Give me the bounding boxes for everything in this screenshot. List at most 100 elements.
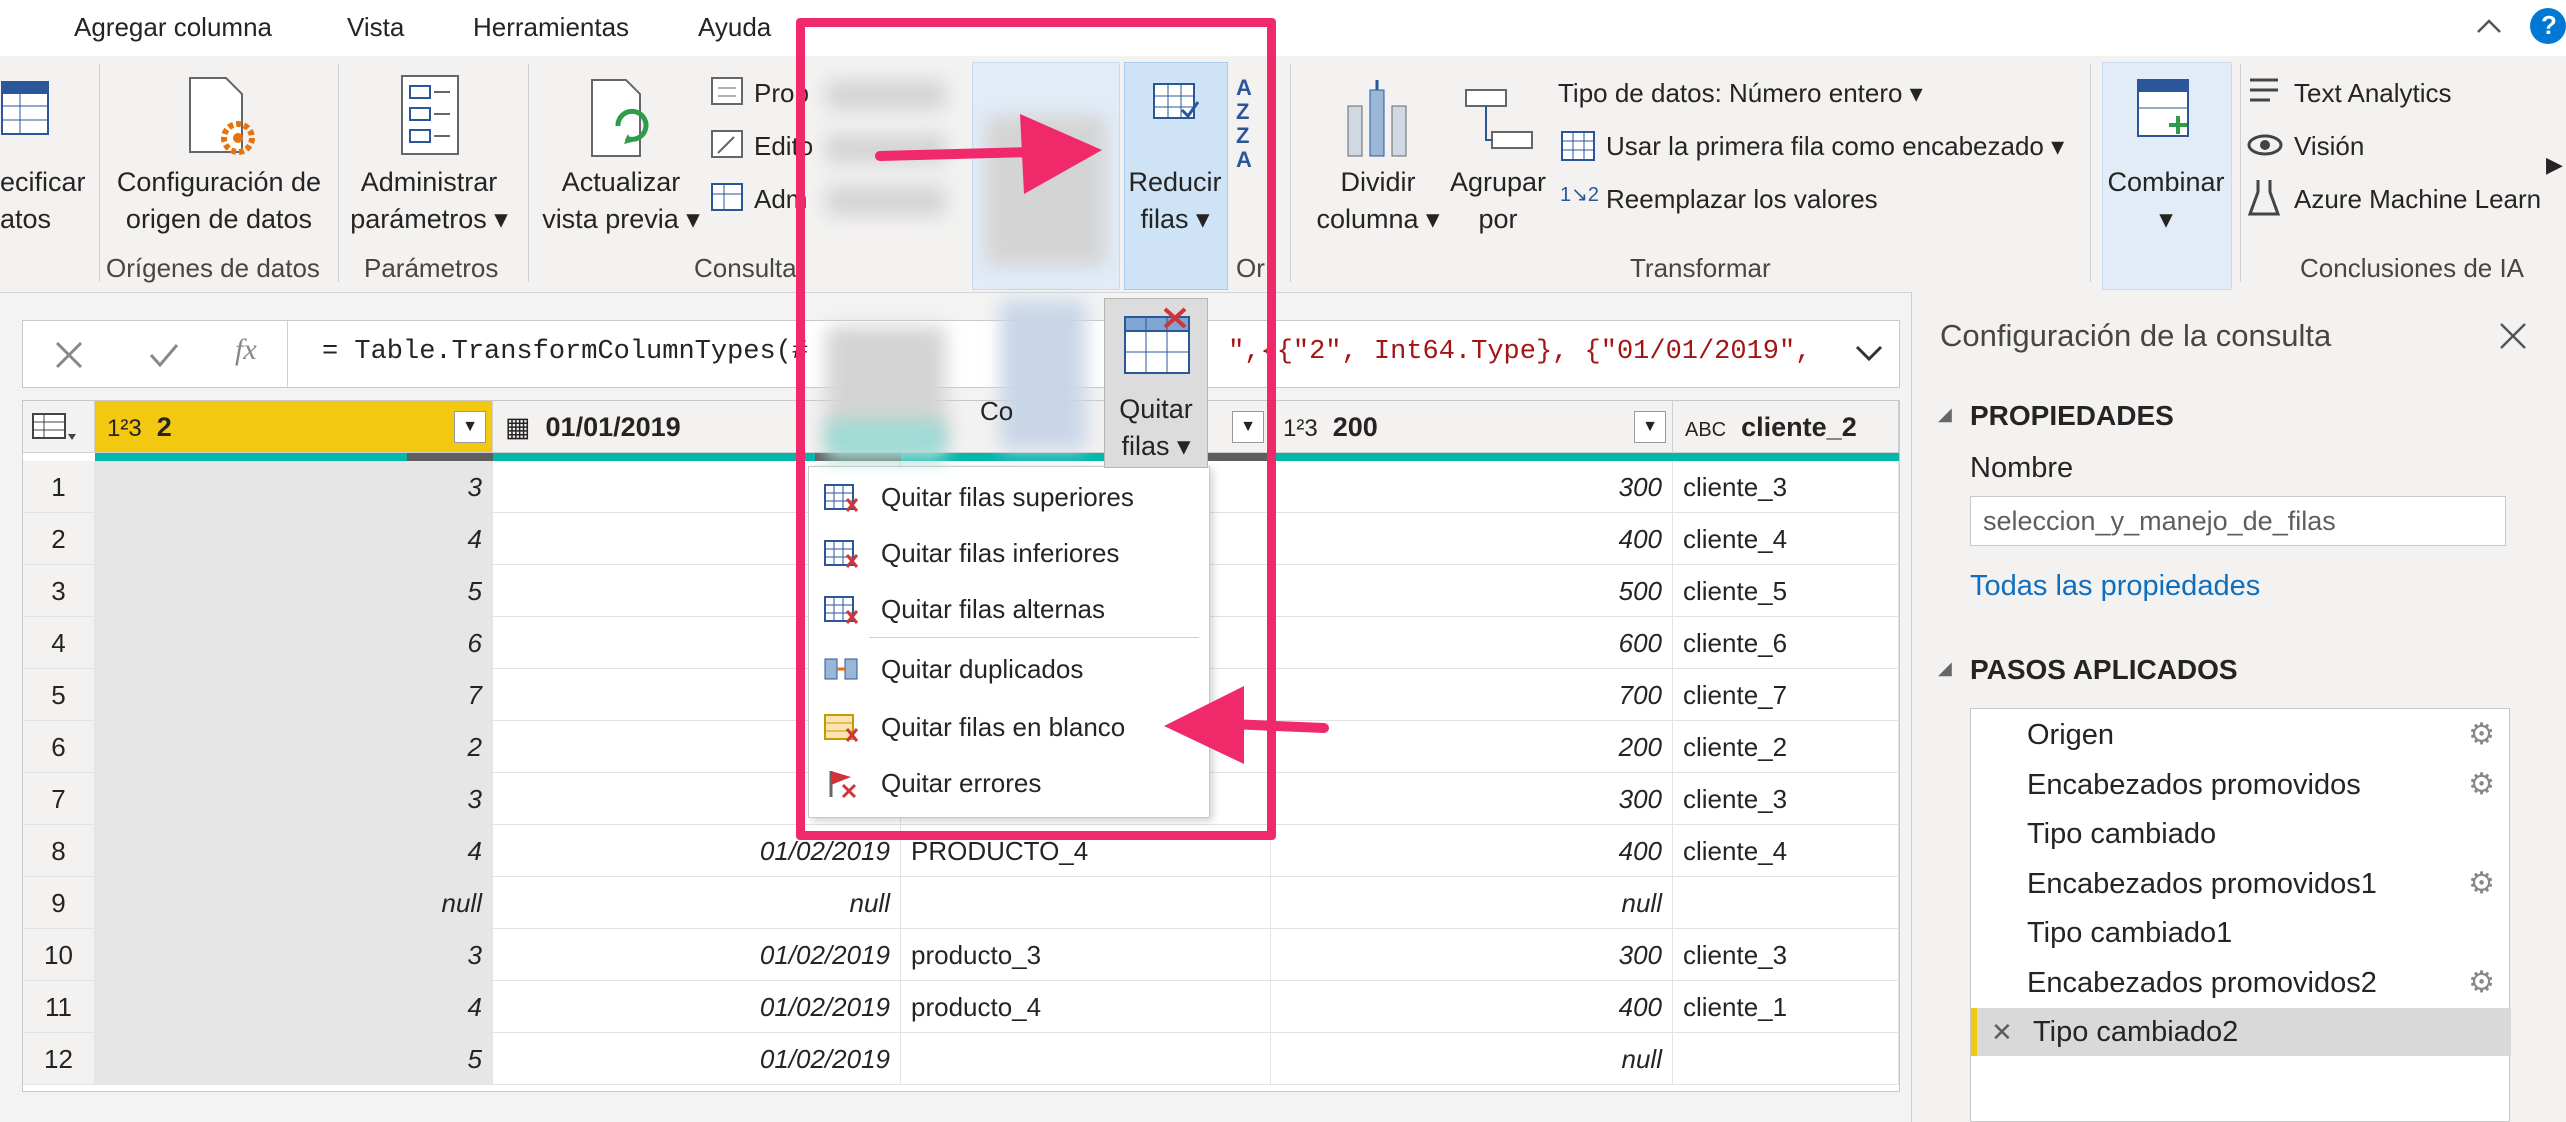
table-cell[interactable]: 5	[95, 1033, 493, 1085]
collapse-ribbon-icon[interactable]	[2474, 12, 2504, 42]
table-cell[interactable]	[901, 1033, 1271, 1085]
table-cell[interactable]: 600	[1271, 617, 1673, 669]
table-cell[interactable]: 400	[1271, 513, 1673, 565]
applied-step[interactable]: ✕ Tipo cambiado2	[1971, 1008, 2511, 1056]
table-cell[interactable]: cliente_4	[1673, 513, 1899, 565]
table-cell[interactable]: 300	[1271, 461, 1673, 513]
table-cell[interactable]: 300	[1271, 773, 1673, 825]
table-row[interactable]: 12 5 01/02/2019 null	[23, 1033, 1899, 1085]
combinar-button[interactable]: Combinar ▾	[2102, 164, 2230, 238]
table-cell[interactable]: 300	[1271, 929, 1673, 981]
ribbon-scroll-right-icon[interactable]: ▶	[2546, 152, 2563, 178]
collapse-triangle-icon[interactable]: ◢	[1938, 658, 1952, 679]
help-icon[interactable]: ?	[2530, 8, 2566, 44]
agrupar-por-button[interactable]: Agrupar por	[1444, 164, 1552, 238]
nombre-input[interactable]: seleccion_y_manejo_de_filas	[1970, 496, 2506, 546]
table-cell[interactable]: 7	[95, 669, 493, 721]
table-cell[interactable]: cliente_6	[1673, 617, 1899, 669]
usar-primera-fila-button[interactable]: Usar la primera fila como encabezado ▾	[1606, 131, 2064, 162]
administrar-parametros-button[interactable]: Administrar parámetros ▾	[348, 164, 510, 238]
table-cell[interactable]: 5	[95, 565, 493, 617]
table-cell[interactable]: 3	[95, 461, 493, 513]
todas-propiedades-link[interactable]: Todas las propiedades	[1970, 570, 2260, 603]
applied-step[interactable]: Encabezados promovidos1 ⚙	[1971, 860, 2511, 908]
table-cell[interactable]: 700	[1271, 669, 1673, 721]
table-menu-icon[interactable]	[23, 401, 95, 453]
applied-step[interactable]: Tipo cambiado1	[1971, 909, 2511, 957]
applied-step[interactable]: Origen ⚙	[1971, 711, 2511, 759]
actualizar-vista-previa-button[interactable]: Actualizar vista previa ▾	[536, 164, 706, 238]
column-filter-icon[interactable]: ▼	[1634, 411, 1666, 443]
applied-step[interactable]: Encabezados promovidos2 ⚙	[1971, 959, 2511, 1007]
applied-step[interactable]: Tipo cambiado	[1971, 810, 2511, 858]
table-cell[interactable]: 400	[1271, 981, 1673, 1033]
table-cell[interactable]: 200	[1271, 721, 1673, 773]
tab-ayuda[interactable]: Ayuda	[698, 12, 771, 43]
applied-steps-list: Origen ⚙ Encabezados promovidos ⚙ Tipo cambi…	[1970, 708, 2511, 1122]
table-cell[interactable]: cliente_2	[1673, 721, 1899, 773]
tab-vista[interactable]: Vista	[347, 12, 404, 43]
table-cell[interactable]	[1673, 1033, 1899, 1085]
gear-icon[interactable]: ⚙	[2468, 711, 2495, 759]
column-header-2[interactable]: 1²3 2 ▼	[95, 401, 493, 453]
table-cell[interactable]: producto_4	[901, 981, 1271, 1033]
table-cell[interactable]: 400	[1271, 825, 1673, 877]
advanced-editor-icon	[711, 130, 743, 158]
applied-step[interactable]: Encabezados promovidos ⚙	[1971, 761, 2511, 809]
especificar-datos-button[interactable]: ecificar atos	[0, 164, 86, 238]
table-cell[interactable]: null	[493, 877, 901, 929]
collapse-triangle-icon[interactable]: ◢	[1938, 404, 1952, 425]
table-cell[interactable]: 4	[95, 513, 493, 565]
column-filter-icon[interactable]: ▼	[454, 411, 486, 443]
azure-ml-button[interactable]: Azure Machine Learn	[2294, 184, 2541, 215]
table-cell[interactable]: 01/02/2019	[493, 1033, 901, 1085]
table-cell[interactable]	[1673, 877, 1899, 929]
tipo-datos-button[interactable]: Tipo de datos: Número entero ▾	[1558, 78, 1923, 109]
table-cell[interactable]	[901, 877, 1271, 929]
table-cell[interactable]: 3	[95, 773, 493, 825]
table-cell[interactable]: 6	[95, 617, 493, 669]
table-cell[interactable]: cliente_7	[1673, 669, 1899, 721]
table-cell[interactable]: cliente_5	[1673, 565, 1899, 617]
vision-button[interactable]: Visión	[2294, 131, 2364, 162]
cancel-formula-icon[interactable]	[53, 339, 85, 371]
table-row[interactable]: 9 null null null	[23, 877, 1899, 929]
confirm-formula-icon[interactable]	[147, 339, 181, 371]
table-cell[interactable]: cliente_3	[1673, 461, 1899, 513]
table-cell[interactable]: null	[1271, 877, 1673, 929]
tab-herramientas[interactable]: Herramientas	[473, 12, 629, 43]
column-header-cliente-2[interactable]: ABC cliente_2	[1673, 401, 1899, 453]
column-header-200[interactable]: 1²3 200 ▼	[1271, 401, 1673, 453]
table-cell[interactable]: 2	[95, 721, 493, 773]
arrow-to-reducir-icon	[875, 114, 1102, 194]
expand-formula-icon[interactable]	[1853, 341, 1885, 367]
table-cell[interactable]: 500	[1271, 565, 1673, 617]
table-cell[interactable]: 01/02/2019	[493, 929, 901, 981]
close-icon[interactable]	[2497, 320, 2529, 352]
row-number: 12	[23, 1033, 95, 1085]
reemplazar-valores-button[interactable]: Reemplazar los valores	[1606, 184, 1878, 215]
table-cell[interactable]: cliente_3	[1673, 773, 1899, 825]
table-row[interactable]: 11 4 01/02/2019 producto_4 400 cliente_1	[23, 981, 1899, 1033]
row-number: 7	[23, 773, 95, 825]
dividir-columna-button[interactable]: Dividir columna ▾	[1310, 164, 1446, 238]
text-analytics-button[interactable]: Text Analytics	[2294, 78, 2452, 109]
gear-icon[interactable]: ⚙	[2468, 761, 2495, 809]
table-row[interactable]: 10 3 01/02/2019 producto_3 300 cliente_3	[23, 929, 1899, 981]
table-cell[interactable]: 4	[95, 825, 493, 877]
gear-icon[interactable]: ⚙	[2468, 860, 2495, 908]
row-number: 5	[23, 669, 95, 721]
table-cell[interactable]: null	[1271, 1033, 1673, 1085]
table-cell[interactable]: cliente_3	[1673, 929, 1899, 981]
table-cell[interactable]: cliente_1	[1673, 981, 1899, 1033]
table-cell[interactable]: producto_3	[901, 929, 1271, 981]
delete-step-icon[interactable]: ✕	[1991, 1008, 2013, 1056]
table-cell[interactable]: 01/02/2019	[493, 981, 901, 1033]
table-cell[interactable]: 3	[95, 929, 493, 981]
table-cell[interactable]: 4	[95, 981, 493, 1033]
configuracion-origen-button[interactable]: Configuración de origen de datos	[110, 164, 328, 238]
tab-agregar-columna[interactable]: Agregar columna	[74, 12, 272, 43]
gear-icon[interactable]: ⚙	[2468, 959, 2495, 1007]
table-cell[interactable]: cliente_4	[1673, 825, 1899, 877]
table-cell[interactable]: null	[95, 877, 493, 929]
